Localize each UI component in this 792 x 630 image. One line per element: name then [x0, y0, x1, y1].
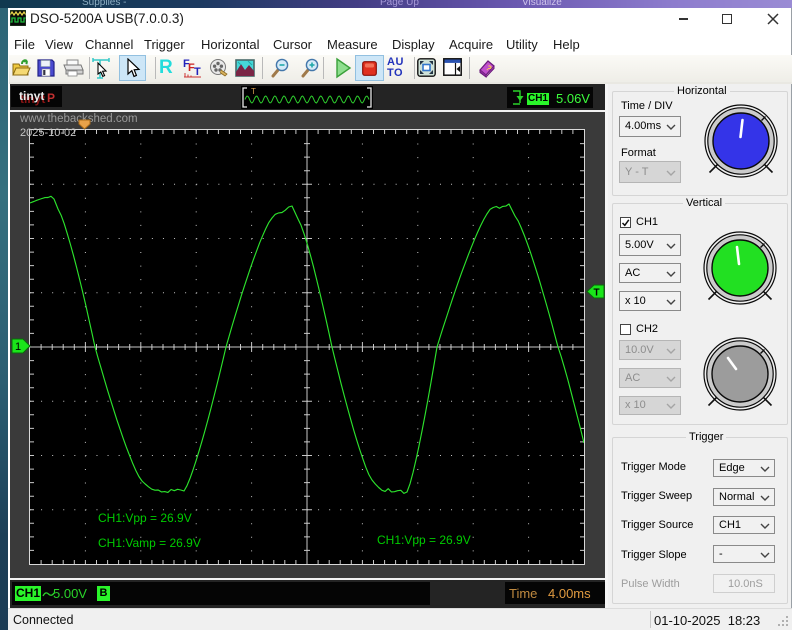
svg-text:T: T — [251, 87, 256, 96]
svg-text:T: T — [594, 288, 600, 299]
svg-text:1: 1 — [15, 341, 21, 353]
svg-text:T: T — [194, 66, 201, 78]
